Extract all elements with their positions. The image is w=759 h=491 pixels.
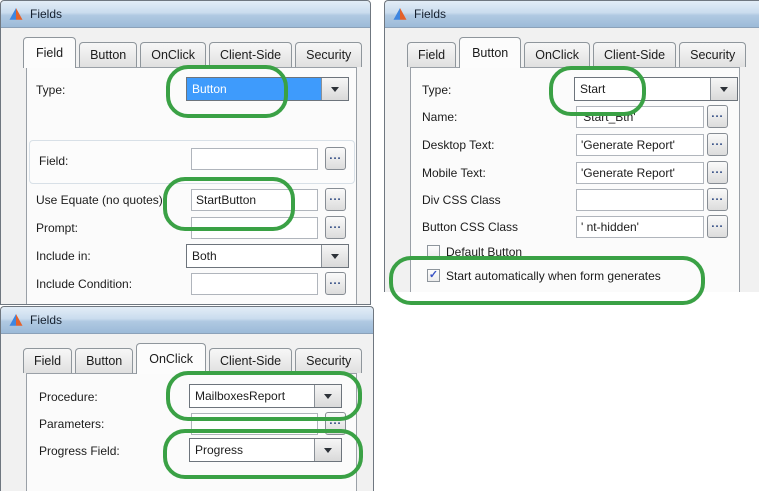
field-label: Field: — [39, 154, 68, 168]
use-equate-input[interactable] — [191, 189, 318, 211]
parameters-browse-button[interactable]: ... — [325, 412, 346, 435]
div-css-class-browse-button[interactable]: ... — [707, 188, 728, 211]
include-condition-label: Include Condition: — [36, 277, 132, 291]
include-in-dropdown-value: Both — [187, 245, 321, 267]
name-browse-button[interactable]: ... — [707, 105, 728, 128]
chevron-down-icon — [720, 87, 728, 96]
use-equate-label: Use Equate (no quotes): — [36, 193, 166, 207]
app-logo-icon — [8, 7, 24, 21]
progress-field-dropdown-value: Progress — [190, 439, 314, 461]
tab-onclick[interactable]: OnClick — [524, 42, 590, 67]
procedure-dropdown-value: MailboxesReport — [190, 385, 314, 407]
progress-field-label: Progress Field: — [39, 444, 120, 458]
dropdown-arrow-button[interactable] — [314, 439, 341, 461]
button-css-class-browse-button[interactable]: ... — [707, 215, 728, 238]
type-dropdown-value: Button — [187, 78, 321, 100]
type-label: Type: — [36, 83, 65, 97]
include-condition-input[interactable] — [191, 273, 318, 295]
fields-dialog-onclick-tab: Fields Field Button OnClick Client-Side … — [0, 306, 374, 491]
include-in-label: Include in: — [36, 249, 91, 263]
type-dropdown[interactable]: Start — [574, 77, 738, 101]
titlebar[interactable]: Fields — [1, 307, 373, 334]
app-logo-icon — [8, 313, 24, 327]
titlebar[interactable]: Fields — [1, 1, 370, 28]
tab-onclick[interactable]: OnClick — [136, 343, 206, 374]
start-automatically-label: Start automatically when form generates — [446, 269, 661, 283]
desktop-text-input[interactable] — [576, 134, 704, 156]
mobile-text-label: Mobile Text: — [422, 166, 486, 180]
tab-field[interactable]: Field — [407, 42, 456, 67]
procedure-label: Procedure: — [39, 390, 98, 404]
tab-onclick[interactable]: OnClick — [140, 42, 206, 67]
app-logo-icon — [392, 7, 408, 21]
tab-page — [26, 67, 357, 305]
chevron-down-icon — [331, 254, 339, 263]
prompt-browse-button[interactable]: ... — [325, 216, 346, 239]
parameters-label: Parameters: — [39, 417, 104, 431]
field-browse-button[interactable]: ... — [325, 147, 346, 170]
progress-field-dropdown[interactable]: Progress — [189, 438, 342, 462]
tab-security[interactable]: Security — [295, 348, 362, 373]
button-css-class-input[interactable] — [576, 216, 704, 238]
prompt-label: Prompt: — [36, 221, 78, 235]
prompt-input[interactable] — [191, 217, 318, 239]
desktop-text-browse-button[interactable]: ... — [707, 133, 728, 156]
dropdown-arrow-button[interactable] — [710, 78, 737, 100]
chevron-down-icon — [324, 394, 332, 403]
type-dropdown[interactable]: Button — [186, 77, 349, 101]
tab-button[interactable]: Button — [79, 42, 137, 67]
type-dropdown-value: Start — [575, 78, 710, 100]
mobile-text-browse-button[interactable]: ... — [707, 161, 728, 184]
div-css-class-input[interactable] — [576, 189, 704, 211]
start-automatically-checkbox[interactable]: ✓ — [427, 269, 440, 282]
tab-client-side[interactable]: Client-Side — [593, 42, 676, 67]
chevron-down-icon — [324, 448, 332, 457]
type-label: Type: — [422, 83, 451, 97]
tab-client-side[interactable]: Client-Side — [209, 42, 292, 67]
dropdown-arrow-button[interactable] — [321, 78, 348, 100]
default-button-checkbox[interactable] — [427, 245, 440, 258]
tab-button[interactable]: Button — [459, 37, 521, 68]
button-css-class-label: Button CSS Class — [422, 220, 518, 234]
tab-security[interactable]: Security — [679, 42, 746, 67]
name-label: Name: — [422, 110, 457, 124]
div-css-class-label: Div CSS Class — [422, 193, 501, 207]
include-in-dropdown[interactable]: Both — [186, 244, 349, 268]
desktop-text-label: Desktop Text: — [422, 138, 494, 152]
default-button-label: Default Button — [446, 245, 522, 259]
window-title: Fields — [30, 313, 62, 327]
parameters-input[interactable] — [191, 413, 318, 435]
tab-field[interactable]: Field — [23, 348, 72, 373]
field-input[interactable] — [191, 148, 318, 170]
tab-security[interactable]: Security — [295, 42, 362, 67]
tab-field[interactable]: Field — [23, 37, 76, 68]
name-input[interactable] — [576, 106, 704, 128]
fields-dialog-field-tab: Fields Field Button OnClick Client-Side … — [0, 0, 371, 305]
include-condition-browse-button[interactable]: ... — [325, 272, 346, 295]
chevron-down-icon — [331, 87, 339, 96]
window-title: Fields — [414, 7, 446, 21]
use-equate-browse-button[interactable]: ... — [325, 188, 346, 211]
dropdown-arrow-button[interactable] — [314, 385, 341, 407]
mobile-text-input[interactable] — [576, 162, 704, 184]
procedure-dropdown[interactable]: MailboxesReport — [189, 384, 342, 408]
dropdown-arrow-button[interactable] — [321, 245, 348, 267]
titlebar[interactable]: Fields — [385, 1, 759, 28]
fields-dialog-button-tab: Fields Field Button OnClick Client-Side … — [384, 0, 759, 292]
tab-button[interactable]: Button — [75, 348, 133, 373]
tab-client-side[interactable]: Client-Side — [209, 348, 292, 373]
window-title: Fields — [30, 7, 62, 21]
check-icon: ✓ — [429, 269, 438, 281]
